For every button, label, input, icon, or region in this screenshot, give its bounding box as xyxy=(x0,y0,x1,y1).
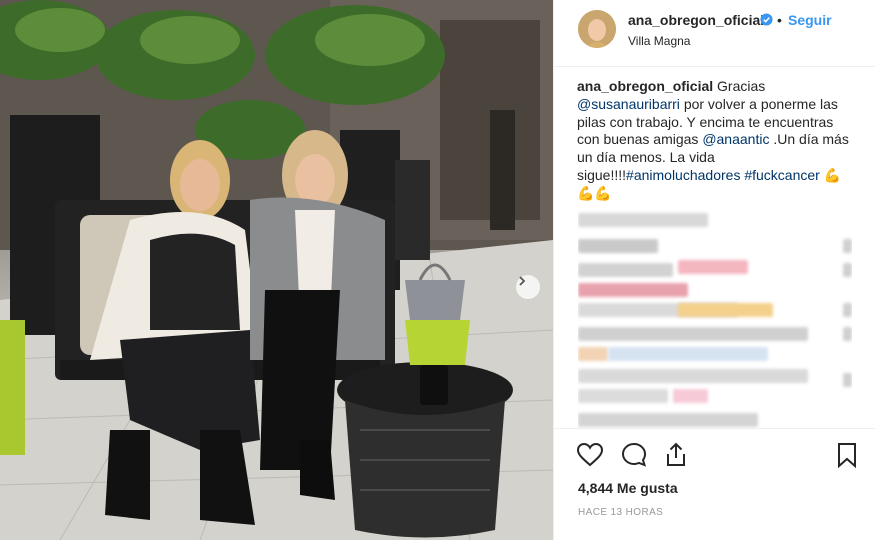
location-link[interactable]: Villa Magna xyxy=(628,34,690,48)
chevron-right-icon xyxy=(519,276,526,286)
comment-line xyxy=(843,373,852,387)
follow-button[interactable]: Seguir xyxy=(788,12,832,28)
comment-line xyxy=(843,263,852,277)
flexed-biceps-emoji: 💪 xyxy=(823,166,842,183)
post-actions: 4,844 Me gusta HACE 13 HORAS xyxy=(554,428,875,541)
comment-line xyxy=(673,389,708,403)
comment-line xyxy=(578,283,688,297)
comment-line xyxy=(578,413,758,427)
post-header: ana_obregon_oficial • Seguir Villa Magna xyxy=(554,0,875,67)
blurred-comments xyxy=(578,205,852,430)
username-link[interactable]: ana_obregon_oficial xyxy=(628,12,764,28)
heart-icon[interactable] xyxy=(576,441,604,469)
next-image-button[interactable] xyxy=(516,275,540,299)
photo-illustration xyxy=(0,0,553,540)
share-icon[interactable] xyxy=(662,441,690,469)
comment-line xyxy=(678,303,773,317)
verified-badge-icon xyxy=(760,13,773,26)
comment-line xyxy=(578,263,673,277)
comment-line xyxy=(608,347,768,361)
hashtag-link[interactable]: #fuckcancer xyxy=(744,167,819,183)
comment-line xyxy=(678,260,748,274)
separator-dot: • xyxy=(777,12,782,28)
bookmark-icon[interactable] xyxy=(833,441,861,469)
hashtag-link[interactable]: #animoluchadores xyxy=(626,167,740,183)
comment-line xyxy=(578,389,668,403)
comment-line xyxy=(578,213,708,227)
comment-line xyxy=(578,327,808,341)
comment-line xyxy=(843,303,852,317)
instagram-post: ana_obregon_oficial • Seguir Villa Magna… xyxy=(0,0,875,540)
likes-count[interactable]: 4,844 Me gusta xyxy=(578,480,678,496)
mention-link[interactable]: @susanauribarri xyxy=(577,96,680,112)
comment-line xyxy=(843,239,852,253)
caption-author-link[interactable]: ana_obregon_oficial xyxy=(577,78,713,94)
avatar[interactable] xyxy=(578,10,616,48)
post-caption: ana_obregon_oficial Gracias @susanauriba… xyxy=(577,78,853,203)
comment-line xyxy=(578,347,608,361)
avatar-image xyxy=(578,10,616,48)
comment-line xyxy=(578,369,808,383)
post-details-panel: ana_obregon_oficial • Seguir Villa Magna… xyxy=(553,0,875,540)
comment-line xyxy=(843,327,852,341)
post-photo[interactable] xyxy=(0,0,553,540)
mention-link[interactable]: @anaantic xyxy=(702,131,769,147)
comment-icon[interactable] xyxy=(620,441,648,469)
caption-text: Gracias xyxy=(717,78,766,94)
comment-line xyxy=(578,239,658,253)
post-timestamp[interactable]: HACE 13 HORAS xyxy=(578,507,663,518)
flexed-biceps-emoji: 💪💪 xyxy=(577,184,612,201)
